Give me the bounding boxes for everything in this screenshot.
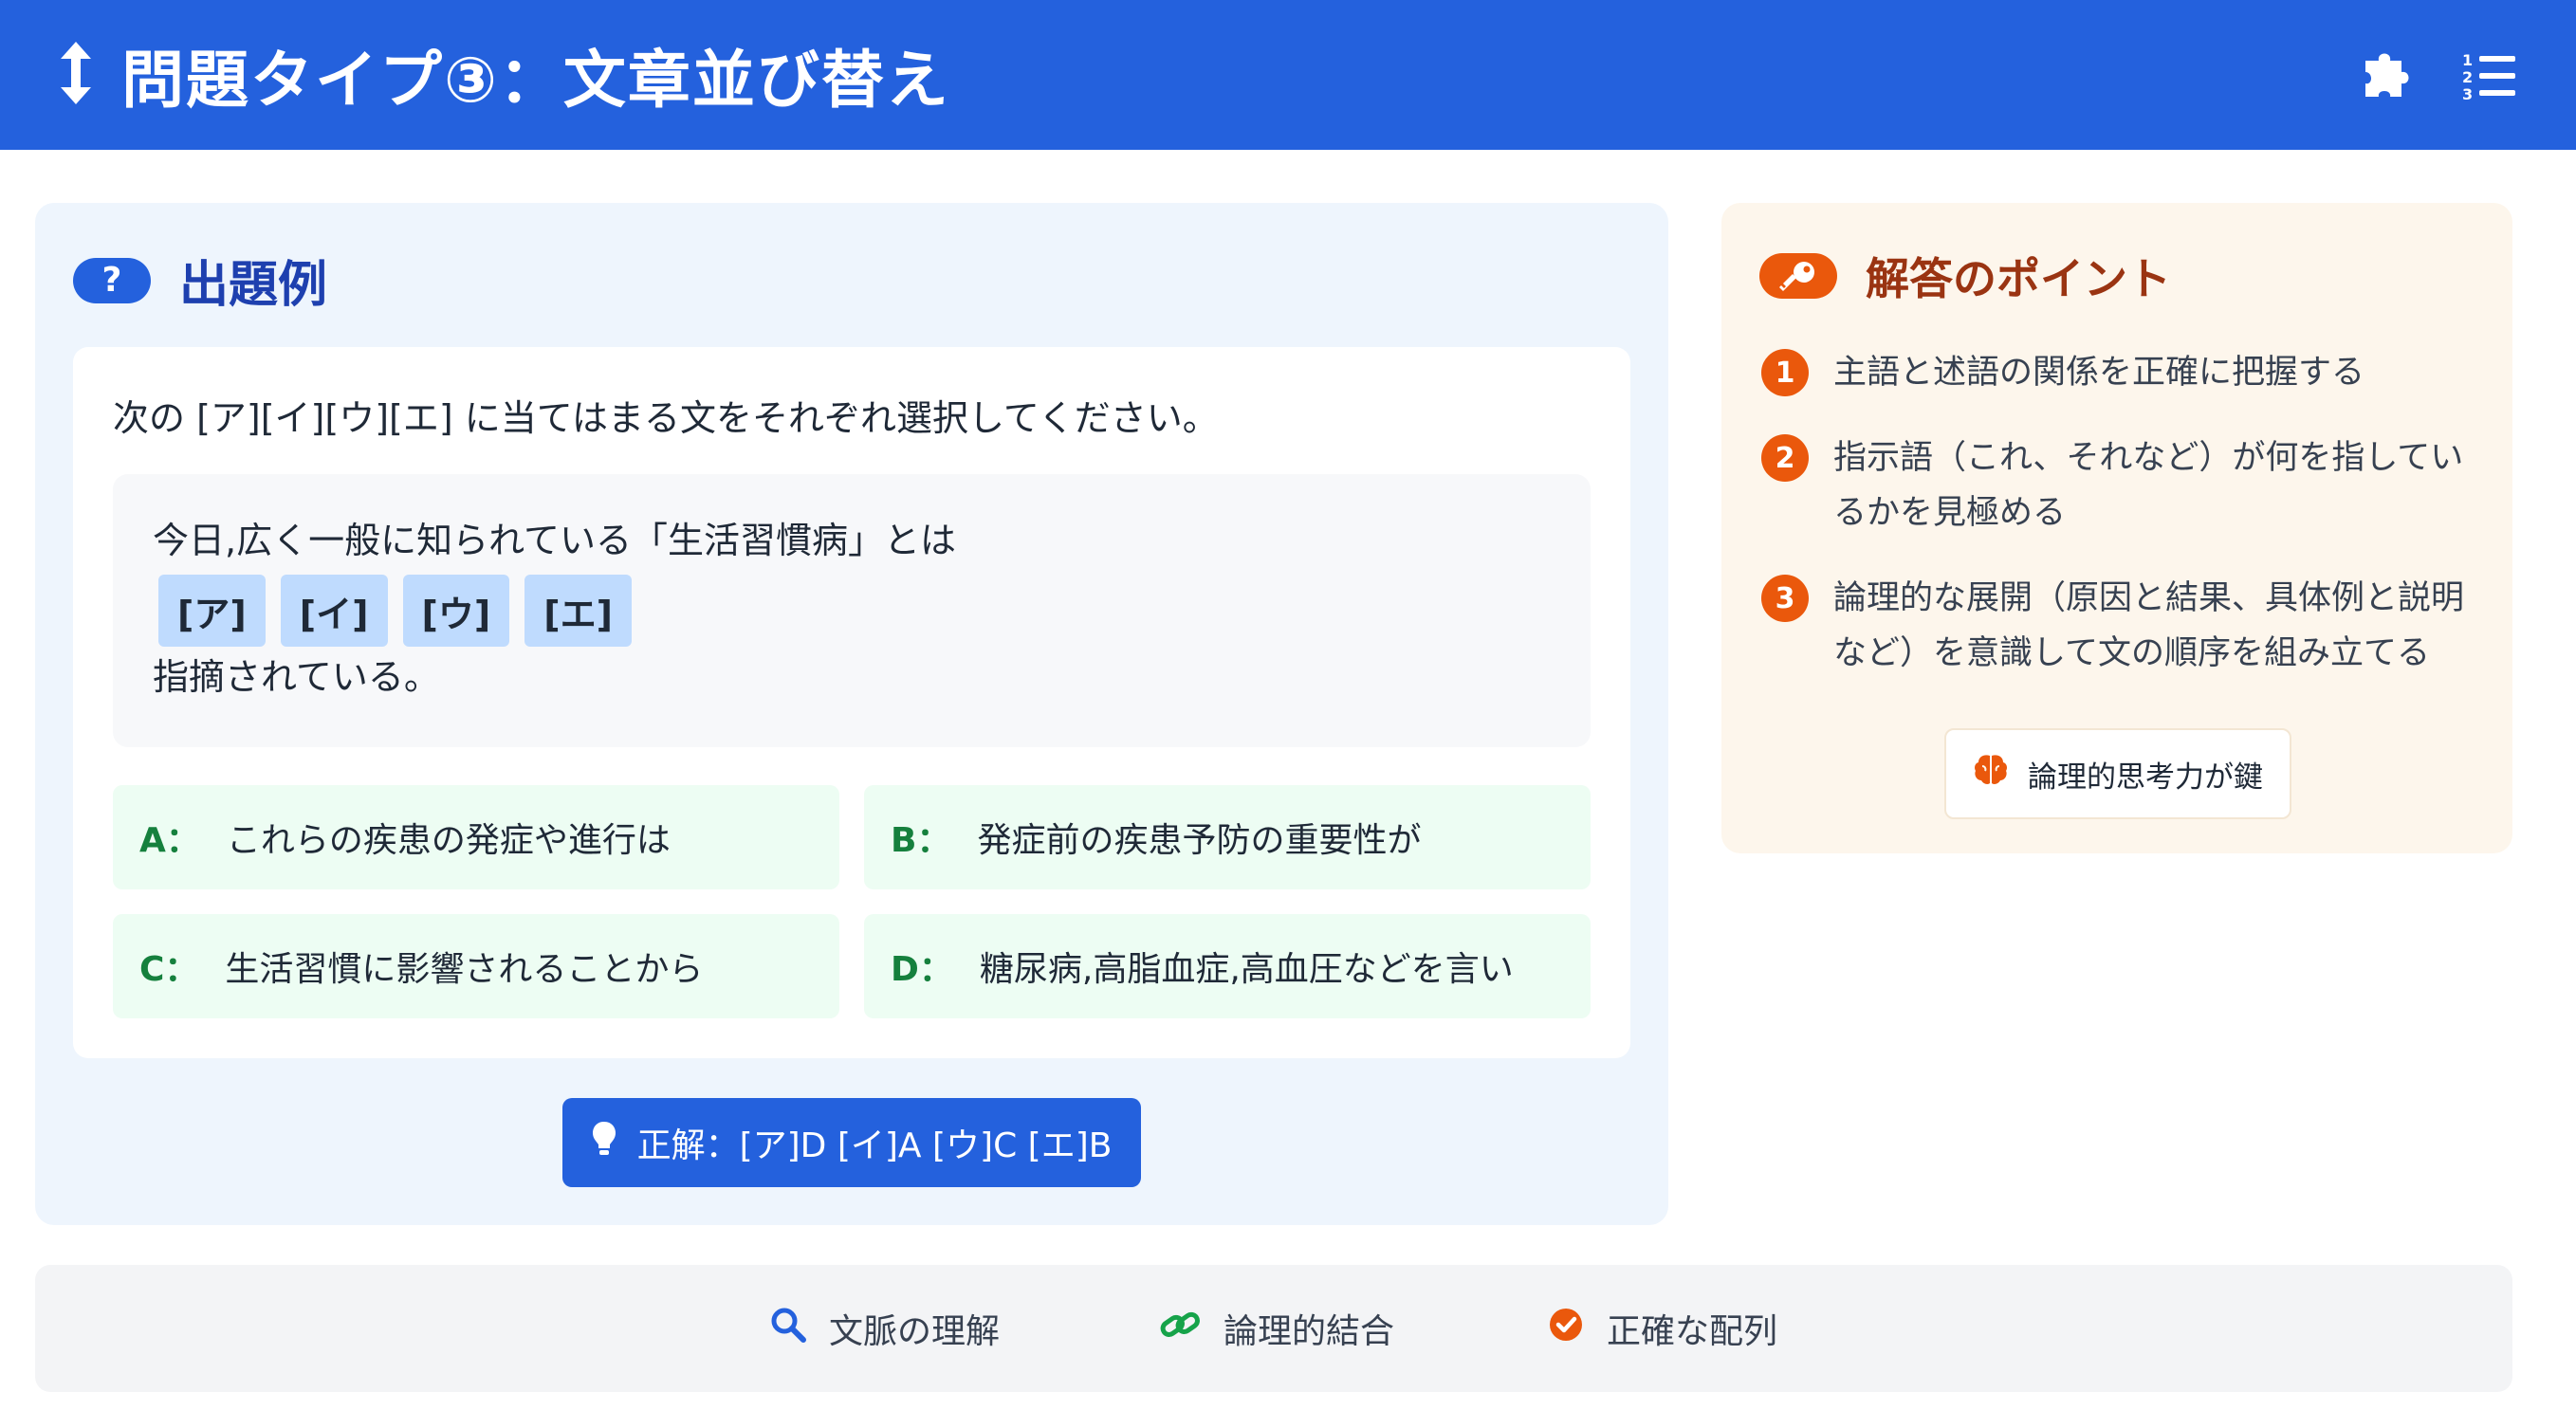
option-key: D： bbox=[891, 950, 953, 989]
passage-box: 今日,広く一般に知られている「生活習慣病」とは [ア] [イ] [ウ] [エ] … bbox=[113, 474, 1591, 747]
header-title-group: 問題タイプ③：文章並び替え bbox=[57, 29, 950, 120]
keyword-context: 文脈の理解 bbox=[770, 1265, 1000, 1392]
search-icon bbox=[770, 1307, 806, 1351]
tip-text: 論理的な展開（原因と結果、具体例と説明など）を意識して文の順序を組み立てる bbox=[1833, 579, 2465, 672]
key-skill-label: 論理的思考力が鍵 bbox=[2028, 760, 2263, 795]
blank-u[interactable]: [ウ] bbox=[402, 575, 510, 647]
check-circle-icon bbox=[1548, 1307, 1584, 1351]
tip-item: 1 主語と述語の関係を正確に把握する bbox=[1761, 345, 2482, 400]
example-card: ? 出題例 次の [ア][イ][ウ][エ] に当てはまる文をそれぞれ選択してくだ… bbox=[35, 203, 1668, 1225]
puzzle-icon[interactable] bbox=[2358, 46, 2417, 104]
blank-e[interactable]: [エ] bbox=[524, 575, 632, 647]
example-heading: ? 出題例 bbox=[73, 245, 327, 316]
lightbulb-icon bbox=[592, 1121, 616, 1165]
blank-slots: [ア] [イ] [ウ] [エ] bbox=[158, 575, 1551, 647]
keyword-label: 論理的結合 bbox=[1224, 1312, 1395, 1351]
option-key: C： bbox=[139, 950, 199, 989]
question-icon: ? bbox=[73, 257, 151, 303]
app-header: 問題タイプ③：文章並び替え 1 2 3 bbox=[0, 0, 2576, 150]
passage-before: 今日,広く一般に知られている「生活習慣病」とは bbox=[153, 520, 956, 561]
tips-list: 1 主語と述語の関係を正確に把握する 2 指示語（これ、それなど）が何を指してい… bbox=[1761, 345, 2482, 711]
tip-number: 3 bbox=[1761, 575, 1809, 622]
option-b[interactable]: B： 発症前の疾患予防の重要性が bbox=[864, 785, 1591, 889]
tips-heading: 解答のポイント bbox=[1759, 245, 2171, 307]
option-text: 発症前の疾患予防の重要性が bbox=[977, 821, 1422, 860]
example-title: 出題例 bbox=[179, 257, 328, 314]
keyword-logic: 論理的結合 bbox=[1159, 1265, 1394, 1392]
option-key: B： bbox=[891, 821, 951, 860]
page-title: 問題タイプ③：文章並び替え bbox=[121, 44, 950, 117]
tip-text: 主語と述語の関係を正確に把握する bbox=[1833, 354, 2365, 392]
answer-label: 正解：[ア]D [イ]A [ウ]C [エ]B bbox=[636, 1126, 1113, 1165]
option-a[interactable]: A： これらの疾患の発症や進行は bbox=[113, 785, 839, 889]
key-skill-tag: 論理的思考力が鍵 bbox=[1944, 728, 2291, 819]
tip-number: 2 bbox=[1761, 434, 1809, 482]
svg-text:3: 3 bbox=[2462, 85, 2473, 100]
svg-text:1: 1 bbox=[2462, 51, 2473, 69]
header-actions: 1 2 3 bbox=[2358, 46, 2519, 104]
keyword-order: 正確な配列 bbox=[1548, 1265, 1777, 1392]
tip-text: 指示語（これ、それなど）が何を指しているかを見極める bbox=[1833, 439, 2464, 532]
blank-i[interactable]: [イ] bbox=[280, 575, 388, 647]
answer-options: A： これらの疾患の発症や進行は B： 発症前の疾患予防の重要性が C： 生活習… bbox=[113, 785, 1591, 1018]
keyword-bar: 文脈の理解 論理的結合 正確な配列 bbox=[35, 1265, 2512, 1392]
tip-item: 3 論理的な展開（原因と結果、具体例と説明など）を意識して文の順序を組み立てる bbox=[1761, 571, 2482, 681]
option-text: 生活習慣に影響されることから bbox=[225, 950, 704, 989]
tips-card: 解答のポイント 1 主語と述語の関係を正確に把握する 2 指示語（これ、それなど… bbox=[1721, 203, 2512, 853]
question-instruction: 次の [ア][イ][ウ][エ] に当てはまる文をそれぞれ選択してください。 bbox=[113, 397, 1219, 439]
updown-arrow-icon bbox=[57, 40, 95, 110]
option-text: 糖尿病,高脂血症,高血圧などを言い bbox=[979, 950, 1514, 989]
keyword-label: 正確な配列 bbox=[1607, 1312, 1778, 1351]
option-d[interactable]: D： 糖尿病,高脂血症,高血圧などを言い bbox=[864, 914, 1591, 1018]
passage-after: 指摘されている。 bbox=[153, 656, 440, 698]
tips-title: 解答のポイント bbox=[1866, 253, 2171, 304]
numbered-list-icon[interactable]: 1 2 3 bbox=[2460, 46, 2519, 104]
show-answer-button[interactable]: 正解：[ア]D [イ]A [ウ]C [エ]B bbox=[562, 1098, 1141, 1187]
keyword-label: 文脈の理解 bbox=[829, 1312, 1001, 1351]
option-text: これらの疾患の発症や進行は bbox=[226, 821, 671, 860]
link-icon bbox=[1159, 1307, 1201, 1351]
blank-a[interactable]: [ア] bbox=[158, 575, 266, 647]
option-c[interactable]: C： 生活習慣に影響されることから bbox=[113, 914, 839, 1018]
tip-item: 2 指示語（これ、それなど）が何を指しているかを見極める bbox=[1761, 430, 2482, 540]
brain-icon bbox=[1973, 753, 2009, 795]
svg-text:2: 2 bbox=[2462, 68, 2473, 86]
option-key: A： bbox=[139, 821, 200, 860]
question-box: 次の [ア][イ][ウ][エ] に当てはまる文をそれぞれ選択してください。 今日… bbox=[73, 347, 1630, 1058]
key-icon bbox=[1759, 253, 1837, 299]
tip-number: 1 bbox=[1761, 349, 1809, 396]
